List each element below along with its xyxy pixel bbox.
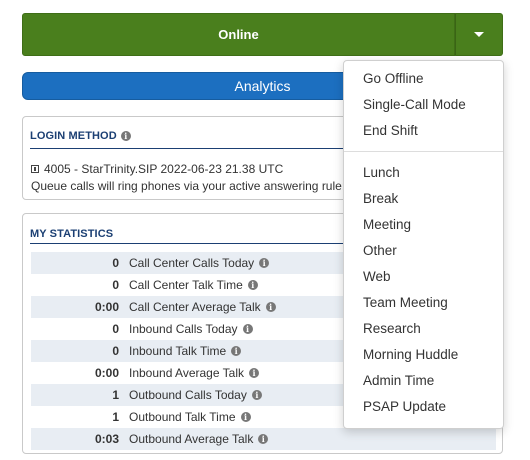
login-device-text: 4005 - StarTrinity.SIP 2022-06-23 21.38 … xyxy=(44,162,284,176)
info-icon[interactable]: i xyxy=(259,258,270,268)
info-icon[interactable]: i xyxy=(231,346,242,356)
menu-item-psap-update[interactable]: PSAP Update xyxy=(344,393,503,419)
menu-item-team-meeting[interactable]: Team Meeting xyxy=(344,289,503,315)
status-label: Online xyxy=(218,27,259,42)
info-icon[interactable]: i xyxy=(247,280,258,290)
stat-value: 0 xyxy=(112,322,119,336)
info-icon[interactable]: i xyxy=(248,368,259,378)
phone-icon xyxy=(31,165,39,173)
menu-item-lunch[interactable]: Lunch xyxy=(344,159,503,185)
login-note: Queue calls will ring phones via your ac… xyxy=(31,179,346,193)
stat-label-text: Outbound Talk Time xyxy=(129,410,236,424)
stat-label-text: Call Center Talk Time xyxy=(129,278,243,292)
stat-label: Call Center Average Talk i xyxy=(129,300,276,314)
analytics-label: Analytics xyxy=(234,78,291,94)
stat-label-text: Call Center Calls Today xyxy=(129,256,255,270)
stat-value: 0 xyxy=(112,278,119,292)
stat-value: 1 xyxy=(112,388,119,402)
stat-label-text: Inbound Talk Time xyxy=(129,344,227,358)
my-statistics-heading: MY STATISTICS xyxy=(30,228,113,240)
menu-item-break[interactable]: Break xyxy=(344,185,503,211)
info-icon[interactable]: i xyxy=(120,131,131,141)
login-method-title: LOGIN METHOD xyxy=(30,130,117,142)
login-method-heading: LOGIN METHOD i xyxy=(30,130,131,142)
menu-item-meeting[interactable]: Meeting xyxy=(344,211,503,237)
menu-item-web[interactable]: Web xyxy=(344,263,503,289)
stat-label-text: Inbound Average Talk xyxy=(129,366,244,380)
menu-divider xyxy=(344,151,503,152)
menu-item-go-offline[interactable]: Go Offline xyxy=(344,65,503,91)
stat-label: Outbound Calls Today i xyxy=(129,388,262,402)
stat-label: Call Center Talk Time i xyxy=(129,278,258,292)
menu-item-admin-time[interactable]: Admin Time xyxy=(344,367,503,393)
stat-value: 0 xyxy=(112,256,119,270)
menu-item-other[interactable]: Other xyxy=(344,237,503,263)
caret-down-icon xyxy=(474,32,484,37)
status-dropdown-toggle[interactable] xyxy=(455,13,503,56)
stat-value: 0:03 xyxy=(94,432,119,446)
stat-label: Inbound Calls Today i xyxy=(129,322,253,336)
stat-label: Inbound Average Talk i xyxy=(129,366,259,380)
info-icon[interactable]: i xyxy=(265,302,276,312)
stat-row: 0:03 Outbound Average Talk i xyxy=(31,428,496,450)
menu-item-single-call-mode[interactable]: Single-Call Mode xyxy=(344,91,503,117)
status-button[interactable]: Online xyxy=(22,13,455,56)
stat-value: 0:00 xyxy=(94,300,119,314)
stat-value: 0 xyxy=(112,344,119,358)
info-icon[interactable]: i xyxy=(240,412,251,422)
info-icon[interactable]: i xyxy=(242,324,253,334)
login-device-line: 4005 - StarTrinity.SIP 2022-06-23 21.38 … xyxy=(31,162,283,176)
info-icon[interactable]: i xyxy=(251,390,262,400)
stat-label: Outbound Talk Time i xyxy=(129,410,251,424)
stat-label-text: Outbound Average Talk xyxy=(129,432,254,446)
info-icon[interactable]: i xyxy=(258,434,269,444)
my-statistics-title: MY STATISTICS xyxy=(30,228,114,240)
stat-label-text: Outbound Calls Today xyxy=(129,388,247,402)
stat-value: 0:00 xyxy=(94,366,119,380)
menu-item-end-shift[interactable]: End Shift xyxy=(344,117,503,143)
stat-label-text: Call Center Average Talk xyxy=(129,300,261,314)
menu-item-morning-huddle[interactable]: Morning Huddle xyxy=(344,341,503,367)
stat-label: Inbound Talk Time i xyxy=(129,344,242,358)
menu-item-research[interactable]: Research xyxy=(344,315,503,341)
stat-value: 1 xyxy=(112,410,119,424)
status-dropdown-menu: Go Offline Single-Call Mode End Shift Lu… xyxy=(343,60,504,429)
stat-label: Outbound Average Talk i xyxy=(129,432,269,446)
stat-label: Call Center Calls Today i xyxy=(129,256,270,270)
stat-label-text: Inbound Calls Today xyxy=(129,322,238,336)
